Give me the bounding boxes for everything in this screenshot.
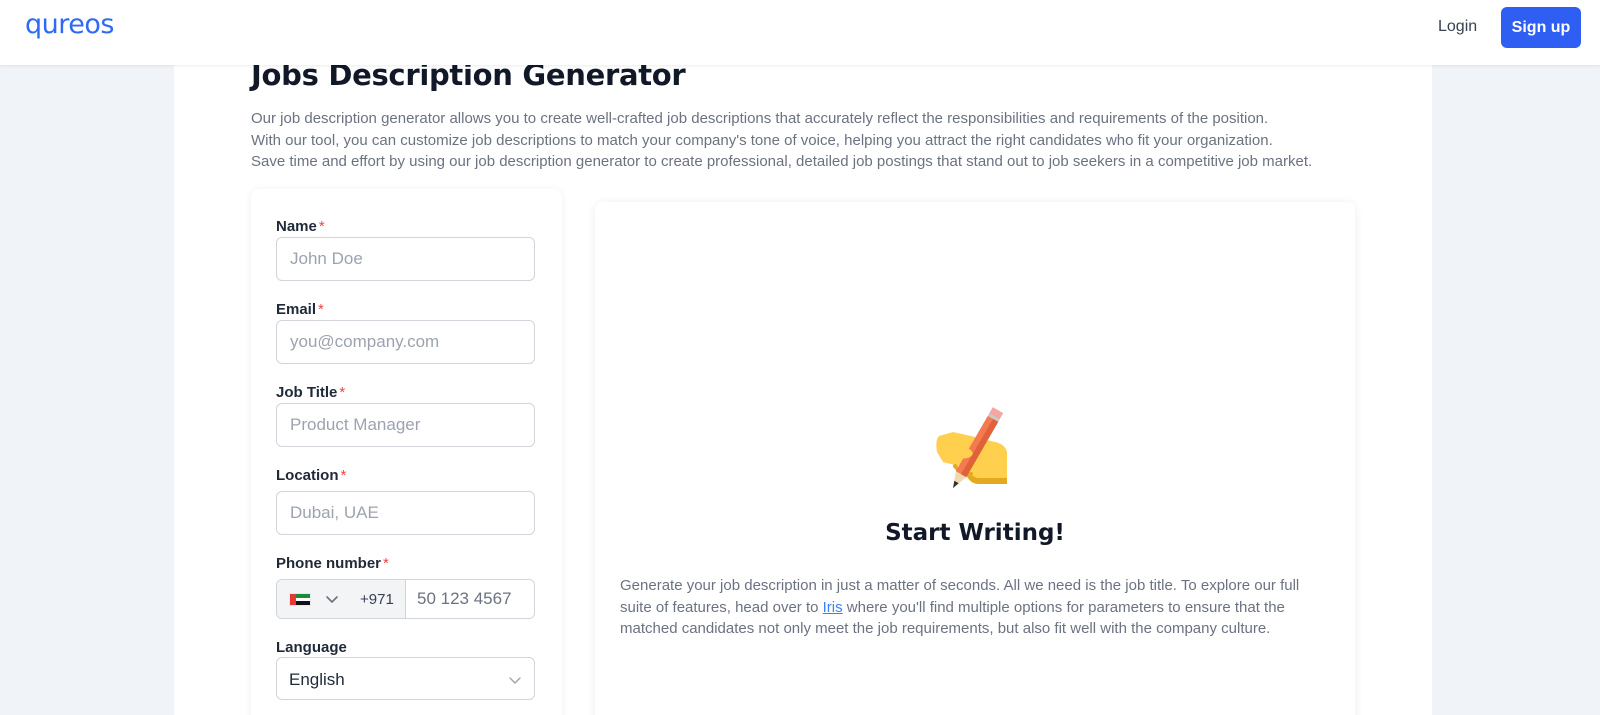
email-label: Email *: [276, 301, 324, 318]
chevron-down-icon: [325, 592, 339, 611]
phone-label: Phone number *: [276, 555, 389, 572]
job-title-label: Job Title *: [276, 384, 346, 401]
required-mark: *: [340, 467, 347, 484]
iris-link[interactable]: Iris: [823, 599, 843, 616]
intro-line: Our job description generator allows you…: [251, 110, 1269, 127]
name-label: Name *: [276, 218, 325, 235]
language-value: English: [289, 670, 345, 689]
country-code-select[interactable]: +971: [277, 580, 406, 618]
start-writing-title: Start Writing!: [885, 520, 1065, 546]
sign-up-button[interactable]: Sign up: [1501, 7, 1581, 48]
job-title-input[interactable]: [276, 403, 535, 447]
dial-code: +971: [360, 591, 394, 608]
uae-flag-icon: [289, 593, 311, 606]
writing-hand-icon: [925, 402, 1025, 507]
location-label: Location *: [276, 467, 347, 484]
phone-input[interactable]: [406, 580, 534, 618]
required-mark: *: [339, 384, 346, 401]
language-label: Language: [276, 639, 347, 656]
intro-line: With our tool, you can customize job des…: [251, 131, 1273, 149]
location-input[interactable]: [276, 491, 535, 535]
intro-text: Our job description generator allows you…: [251, 108, 1381, 173]
required-mark: *: [318, 301, 324, 318]
required-mark: *: [318, 218, 325, 235]
intro-line: Save time and effort by using our job de…: [251, 153, 1313, 170]
qureos-logo[interactable]: qureos: [25, 9, 114, 40]
top-navbar: qureos Login Sign up: [0, 0, 1600, 65]
email-input[interactable]: [276, 320, 535, 364]
login-link[interactable]: Login: [1438, 18, 1477, 36]
name-input[interactable]: [276, 237, 535, 281]
chevron-down-icon: [508, 673, 522, 692]
phone-field: +971: [276, 579, 535, 619]
required-mark: *: [383, 555, 389, 572]
language-select[interactable]: English: [276, 657, 535, 700]
preview-description: Generate your job description in just a …: [620, 577, 1300, 637]
